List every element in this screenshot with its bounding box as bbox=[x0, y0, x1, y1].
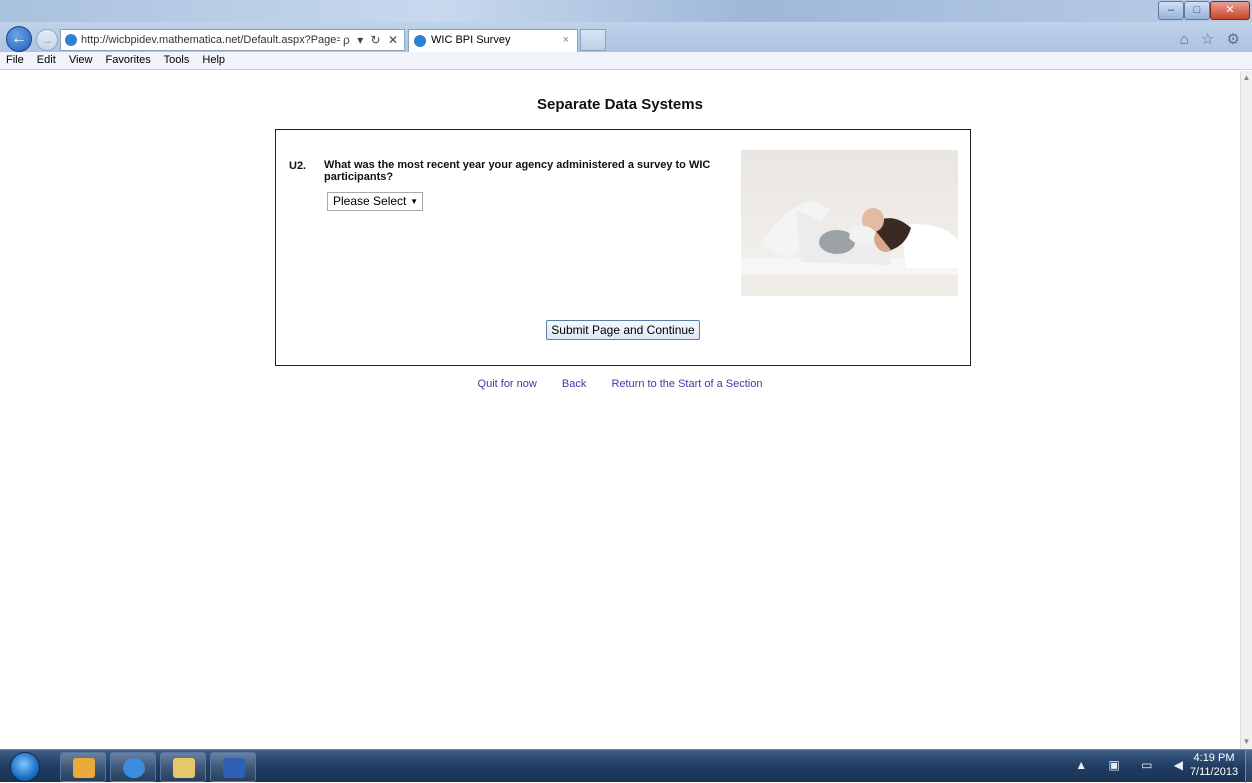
menu-bar: File Edit View Favorites Tools Help bbox=[0, 52, 1252, 70]
new-tab-button[interactable] bbox=[580, 29, 606, 51]
start-button-icon[interactable] bbox=[10, 752, 40, 782]
forward-arrow-icon[interactable]: → bbox=[36, 29, 58, 51]
show-desktop-button[interactable] bbox=[1245, 750, 1252, 783]
folder-glyph-icon bbox=[173, 758, 195, 778]
ie-page-icon bbox=[65, 34, 77, 46]
word-icon[interactable] bbox=[210, 752, 256, 782]
browser-chrome: – □ ✕ ← → http://wicbpidev.mathematica.n… bbox=[0, 0, 1252, 52]
navigation-links: Quit for now Back Return to the Start of… bbox=[0, 378, 1240, 390]
quit-link[interactable]: Quit for now bbox=[478, 378, 537, 390]
address-url: http://wicbpidev.mathematica.net/Default… bbox=[81, 34, 343, 46]
file-explorer-icon[interactable] bbox=[160, 752, 206, 782]
word-glyph-icon bbox=[223, 758, 245, 778]
ie-tab-icon bbox=[414, 35, 426, 47]
close-window-button[interactable]: ✕ bbox=[1210, 1, 1250, 20]
page-title: Separate Data Systems bbox=[537, 96, 703, 113]
menu-tools[interactable]: Tools bbox=[164, 54, 190, 66]
tab-close-icon[interactable]: × bbox=[563, 30, 569, 51]
question-panel: U2. What was the most recent year your a… bbox=[275, 129, 971, 366]
taskbar: ▲ ▣ ▭ ◀ 4:19 PM 7/11/2013 bbox=[0, 749, 1252, 783]
question-text: What was the most recent year your agenc… bbox=[324, 159, 711, 183]
mother-baby-photo bbox=[741, 150, 958, 296]
address-tools-icons[interactable]: ρ ▾ ↻ ✕ bbox=[340, 30, 400, 50]
maximize-button[interactable]: □ bbox=[1184, 1, 1210, 20]
menu-edit[interactable]: Edit bbox=[37, 54, 56, 66]
year-select-value: Please Select bbox=[333, 194, 407, 208]
clock-time[interactable]: 4:19 PM bbox=[1184, 752, 1244, 764]
menu-view[interactable]: View bbox=[69, 54, 93, 66]
address-bar[interactable]: http://wicbpidev.mathematica.net/Default… bbox=[60, 29, 405, 51]
home-favorites-tools-icons[interactable]: ⌂ ☆ ⚙ bbox=[1180, 30, 1244, 48]
outlook-icon[interactable] bbox=[60, 752, 106, 782]
tab-wic-bpi-survey[interactable]: WIC BPI Survey × bbox=[408, 29, 578, 52]
clock-date[interactable]: 7/11/2013 bbox=[1184, 766, 1244, 778]
chevron-down-icon: ▼ bbox=[410, 197, 418, 206]
submit-page-button[interactable]: Submit Page and Continue bbox=[546, 320, 700, 340]
page-content: Separate Data Systems U2. What was the m… bbox=[0, 71, 1240, 749]
window-title-bar bbox=[0, 0, 1252, 22]
ie-glyph-icon bbox=[123, 758, 145, 778]
year-select[interactable]: Please Select ▼ bbox=[327, 192, 423, 211]
back-link[interactable]: Back bbox=[562, 378, 586, 390]
menu-help[interactable]: Help bbox=[202, 54, 225, 66]
menu-file[interactable]: File bbox=[6, 54, 24, 66]
scroll-up-icon[interactable]: ▲ bbox=[1241, 71, 1252, 85]
tab-title: WIC BPI Survey bbox=[431, 34, 511, 46]
internet-explorer-icon[interactable] bbox=[110, 752, 156, 782]
system-tray-icons[interactable]: ▲ ▣ ▭ ◀ bbox=[1075, 758, 1192, 772]
scroll-down-icon[interactable]: ▼ bbox=[1241, 735, 1252, 749]
back-arrow-icon[interactable]: ← bbox=[6, 26, 32, 52]
return-to-start-link[interactable]: Return to the Start of a Section bbox=[611, 378, 762, 390]
minimize-button[interactable]: – bbox=[1158, 1, 1184, 20]
question-number: U2. bbox=[289, 160, 307, 172]
menu-favorites[interactable]: Favorites bbox=[106, 54, 151, 66]
outlook-glyph-icon bbox=[73, 758, 95, 778]
vertical-scrollbar[interactable]: ▲ ▼ bbox=[1240, 71, 1252, 749]
